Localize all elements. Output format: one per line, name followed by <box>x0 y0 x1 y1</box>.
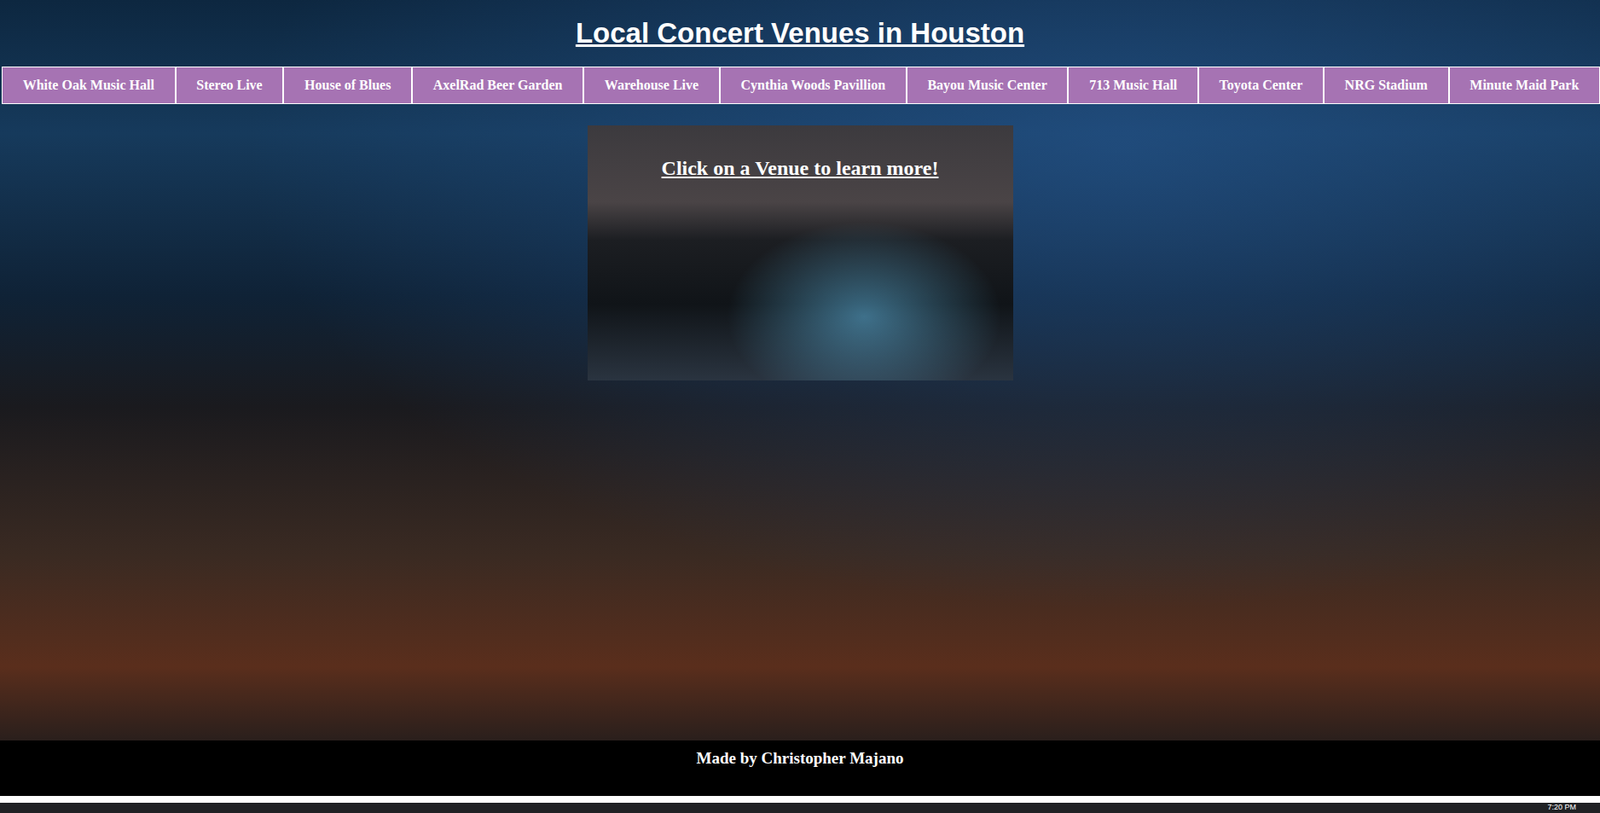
venue-link[interactable]: Stereo Live <box>175 66 285 105</box>
venue-link[interactable]: NRG Stadium <box>1323 66 1450 105</box>
venue-card: Click on a Venue to learn more! <box>587 125 1014 381</box>
venue-link[interactable]: Cynthia Woods Pavillion <box>719 66 907 105</box>
footer-credit: Made by Christopher Majano <box>696 748 905 796</box>
venue-link[interactable]: Toyota Center <box>1198 66 1324 105</box>
hero: Local Concert Venues in Houston White Oak… <box>0 0 1600 741</box>
page-title: Local Concert Venues in Houston <box>575 17 1025 50</box>
venue-link[interactable]: Minute Maid Park <box>1449 66 1600 105</box>
venue-link[interactable]: House of Blues <box>283 66 412 105</box>
gap <box>0 795 1600 803</box>
main: Click on a Venue to learn more! <box>0 104 1600 741</box>
venue-link[interactable]: White Oak Music Hall <box>1 66 176 105</box>
venue-link[interactable]: Bayou Music Center <box>906 66 1069 105</box>
footer: Made by Christopher Majano <box>0 740 1600 796</box>
card-prompt: Click on a Venue to learn more! <box>661 156 940 381</box>
header: Local Concert Venues in Houston <box>0 0 1600 67</box>
venue-nav: White Oak Music HallStereo LiveHouse of … <box>1 66 1600 105</box>
venue-link[interactable]: Warehouse Live <box>583 66 720 105</box>
venue-link[interactable]: 713 Music Hall <box>1067 66 1198 105</box>
page: Local Concert Venues in Houston White Oak… <box>0 0 1600 813</box>
taskbar-clock: 7:20 PM <box>1547 802 1577 812</box>
taskbar: 7:20 PM <box>0 802 1600 813</box>
venue-link[interactable]: AxelRad Beer Garden <box>411 66 584 105</box>
